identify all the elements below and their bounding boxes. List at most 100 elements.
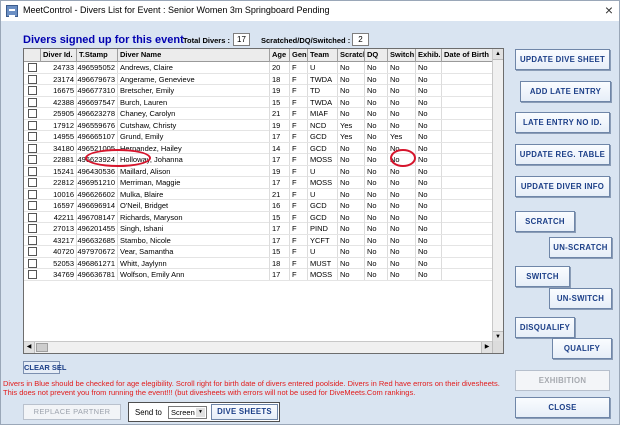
row-checkbox[interactable] (28, 97, 37, 107)
table-cell: No (388, 211, 416, 223)
row-checkbox[interactable] (28, 74, 37, 84)
horizontal-scrollbar[interactable]: ◀ ▶ (24, 341, 503, 353)
column-header[interactable]: Diver Name (118, 49, 270, 62)
update-reg-table-button[interactable]: UPDATE REG. TABLE (515, 144, 610, 165)
row-checkbox[interactable] (28, 189, 37, 199)
column-header[interactable]: Scratch (338, 49, 365, 62)
table-cell: MOSS (308, 154, 338, 165)
row-checkbox[interactable] (28, 155, 37, 164)
table-row[interactable]: 23174 496679673 Angerame, Genevieve 18 F TWDA… (24, 73, 494, 85)
table-row[interactable]: 52053 496861271 Whitt, Jaylynn 18 F MUST No No N… (24, 257, 494, 269)
table-cell-dob (442, 211, 494, 223)
switch-button[interactable]: SWITCH (515, 266, 570, 287)
table-row[interactable]: 42388 496697547 Burch, Lauren 15 F TWDA No No No… (24, 96, 494, 108)
row-checkbox[interactable] (28, 212, 37, 222)
table-cell: U (308, 188, 338, 200)
column-header[interactable]: T.Stamp (77, 49, 118, 62)
unswitch-button[interactable]: UN-SWITCH (549, 288, 612, 309)
row-checkbox[interactable] (28, 109, 37, 118)
table-row[interactable]: 16597 496696914 O'Neil, Bridget 16 F GCD No No N… (24, 200, 494, 212)
row-checkbox[interactable] (28, 120, 37, 130)
disqualify-button[interactable]: DISQUALIFY (515, 317, 575, 338)
scroll-right-arrow-icon[interactable]: ▶ (481, 342, 492, 353)
table-cell: Wolfson, Emily Ann (118, 269, 270, 280)
table-cell: No (365, 269, 388, 280)
table-cell: 42211 (41, 211, 77, 223)
row-checkbox[interactable] (28, 224, 37, 233)
table-row[interactable]: 42211 496708147 Richards, Maryson 15 F GCD No N… (24, 211, 494, 223)
table-cell-dob (442, 269, 494, 280)
table-row[interactable]: 10016 496626602 Mulka, Blaire 21 F U No No No No (24, 188, 494, 200)
table-cell: No (365, 62, 388, 73)
scroll-thumb[interactable] (36, 343, 48, 352)
exhibition-button[interactable]: EXHIBITION (515, 370, 610, 391)
table-cell: 40720 (41, 246, 77, 257)
column-header[interactable]: Switch (388, 49, 416, 62)
table-cell: No (338, 257, 365, 269)
replace-partner-button[interactable]: REPLACE PARTNER (23, 404, 121, 420)
scratch-button[interactable]: SCRATCH (515, 211, 575, 232)
table-cell: Whitt, Jaylynn (118, 257, 270, 269)
column-header[interactable]: DQ (365, 49, 388, 62)
table-cell: Andrews, Claire (118, 62, 270, 73)
update-dive-sheet-button[interactable]: UPDATE DIVE SHEET (515, 49, 610, 70)
row-checkbox[interactable] (28, 247, 37, 256)
scroll-left-arrow-icon[interactable]: ◀ (24, 342, 35, 353)
table-cell: MOSS (308, 177, 338, 188)
divers-grid[interactable]: Diver Id. T.Stamp Diver Name Age Gen. Team Scr… (23, 48, 504, 354)
table-cell: 21 (270, 188, 290, 200)
table-cell: No (365, 200, 388, 211)
vertical-scrollbar[interactable]: ▲ ▼ (492, 49, 503, 342)
column-header[interactable] (24, 49, 41, 62)
column-header[interactable]: Gen. (290, 49, 308, 62)
column-header[interactable]: Team (308, 49, 338, 62)
table-cell: No (365, 234, 388, 246)
column-header[interactable]: Exhib. (416, 49, 442, 62)
column-header[interactable]: Age (270, 49, 290, 62)
unscratch-button[interactable]: UN-SCRATCH (549, 237, 612, 258)
send-to-select[interactable]: Screen ▼ (168, 406, 207, 419)
close-button[interactable]: CLOSE (515, 397, 610, 418)
row-checkbox[interactable] (28, 166, 37, 176)
table-cell: 34180 (41, 142, 77, 154)
table-row[interactable]: 25905 496623278 Chaney, Carolyn 21 F MIAF No No… (24, 108, 494, 120)
table-cell: 17 (270, 223, 290, 234)
late-entry-no-id-button[interactable]: LATE ENTRY NO ID. (515, 112, 610, 133)
table-row[interactable]: 14955 496665107 Grund, Emily 17 F GCD Yes No Yes… (24, 131, 494, 143)
add-late-entry-button[interactable]: ADD LATE ENTRY (520, 81, 611, 102)
table-cell: 19 (270, 165, 290, 177)
table-row[interactable]: 17912 496559676 Cutshaw, Christy 19 F NCD Yes N… (24, 119, 494, 131)
update-diver-info-button[interactable]: UPDATE DIVER INFO (515, 176, 610, 197)
table-row[interactable]: 16675 496677310 Bretscher, Emily 19 F TD No No N… (24, 85, 494, 97)
close-icon[interactable]: × (605, 2, 613, 18)
table-cell: No (388, 96, 416, 108)
row-checkbox[interactable] (28, 63, 37, 72)
row-checkbox[interactable] (28, 86, 37, 95)
clear-selection-button[interactable]: CLEAR SEL (23, 361, 67, 374)
row-checkbox[interactable] (28, 132, 37, 141)
table-row[interactable]: 34769 496636781 Wolfson, Emily Ann 17 F MOSS N… (24, 269, 494, 281)
row-checkbox[interactable] (28, 270, 37, 279)
table-row[interactable]: 22812 496951210 Merriman, Maggie 17 F MOSS No N… (24, 177, 494, 189)
row-checkbox[interactable] (28, 258, 37, 268)
dive-sheets-button[interactable]: DIVE SHEETS (211, 404, 278, 420)
table-row[interactable]: 40720 497970672 Vear, Samantha 15 F U No No No No (24, 246, 494, 258)
table-cell: Chaney, Carolyn (118, 108, 270, 119)
table-cell: F (290, 200, 308, 211)
row-checkbox[interactable] (28, 178, 37, 187)
table-row[interactable]: 24733 496595052 Andrews, Claire 20 F U No No No N… (24, 62, 494, 74)
scroll-up-arrow-icon[interactable]: ▲ (493, 49, 503, 60)
table-row[interactable]: 15241 496430536 Maillard, Alison 19 F U No No No… (24, 165, 494, 177)
table-row[interactable]: 27013 496201455 Singh, Ishani 17 F PIND No No No… (24, 223, 494, 235)
total-divers-value: 17 (233, 33, 250, 46)
table-cell: No (416, 234, 442, 246)
table-cell: No (365, 142, 388, 154)
chevron-down-icon[interactable]: ▼ (196, 408, 205, 417)
qualify-button[interactable]: QUALIFY (552, 338, 612, 359)
row-checkbox[interactable] (28, 201, 37, 210)
table-row[interactable]: 43217 496632685 Stambo, Nicole 17 F YCFT No No N… (24, 234, 494, 246)
row-checkbox[interactable] (28, 235, 37, 245)
column-header[interactable]: Diver Id. (41, 49, 77, 62)
column-header[interactable]: Date of Birth (442, 49, 494, 62)
row-checkbox[interactable] (28, 143, 37, 153)
